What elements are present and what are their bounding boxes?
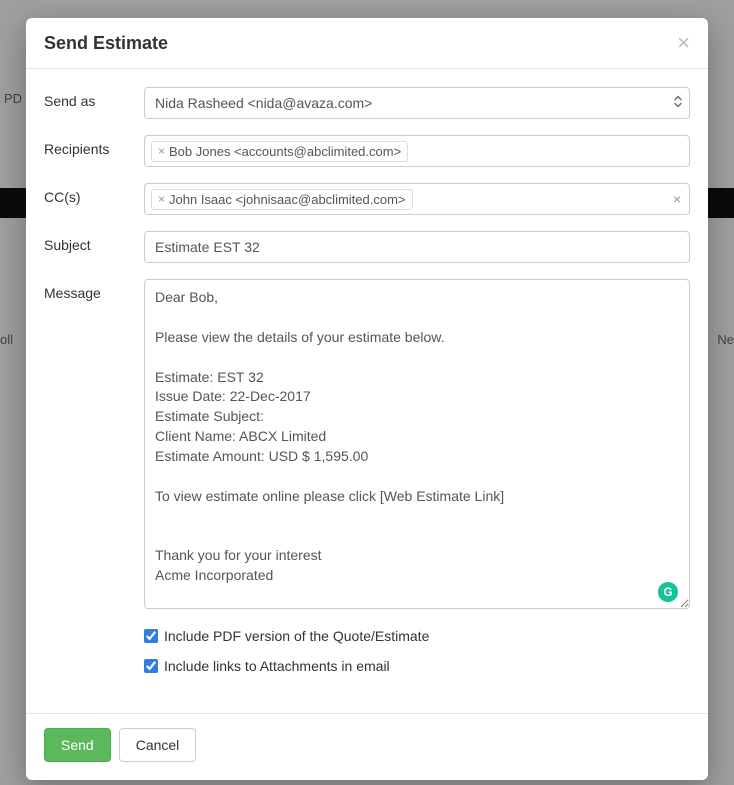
modal-footer: Send Cancel	[26, 713, 708, 780]
modal-body: Send as Nida Rasheed <nida@avaza.com> Re…	[26, 69, 708, 713]
recipient-tag: × Bob Jones <accounts@abclimited.com>	[151, 141, 408, 162]
clear-ccs-icon[interactable]: ×	[673, 191, 681, 207]
send-button[interactable]: Send	[44, 728, 111, 762]
close-icon: ×	[677, 30, 690, 55]
cancel-button[interactable]: Cancel	[119, 728, 197, 762]
recipient-tag-label: Bob Jones <accounts@abclimited.com>	[169, 144, 401, 159]
modal-title: Send Estimate	[44, 33, 168, 54]
remove-tag-icon[interactable]: ×	[158, 192, 165, 206]
ccs-label: CC(s)	[44, 183, 144, 205]
include-pdf-label: Include PDF version of the Quote/Estimat…	[164, 628, 429, 644]
message-row: Message G	[44, 279, 690, 612]
send-as-select[interactable]: Nida Rasheed <nida@avaza.com>	[144, 87, 690, 119]
send-estimate-modal: Send Estimate × Send as Nida Rasheed <ni…	[26, 18, 708, 780]
include-pdf-row[interactable]: Include PDF version of the Quote/Estimat…	[144, 628, 690, 644]
ccs-input[interactable]: × John Isaac <johnisaac@abclimited.com> …	[144, 183, 690, 215]
subject-label: Subject	[44, 231, 144, 253]
recipients-label: Recipients	[44, 135, 144, 157]
recipients-row: Recipients × Bob Jones <accounts@abclimi…	[44, 135, 690, 167]
include-attachments-label: Include links to Attachments in email	[164, 658, 390, 674]
send-as-row: Send as Nida Rasheed <nida@avaza.com>	[44, 87, 690, 119]
message-label: Message	[44, 279, 144, 301]
include-attachments-checkbox[interactable]	[144, 659, 158, 673]
cc-tag: × John Isaac <johnisaac@abclimited.com>	[151, 189, 413, 210]
recipients-input[interactable]: × Bob Jones <accounts@abclimited.com>	[144, 135, 690, 167]
include-attachments-row[interactable]: Include links to Attachments in email	[144, 658, 690, 674]
cc-tag-label: John Isaac <johnisaac@abclimited.com>	[169, 192, 406, 207]
ccs-row: CC(s) × John Isaac <johnisaac@abclimited…	[44, 183, 690, 215]
include-pdf-checkbox[interactable]	[144, 629, 158, 643]
modal-header: Send Estimate ×	[26, 18, 708, 69]
message-textarea[interactable]	[144, 279, 690, 609]
subject-row: Subject	[44, 231, 690, 263]
close-button[interactable]: ×	[677, 32, 690, 54]
subject-input[interactable]	[144, 231, 690, 263]
remove-tag-icon[interactable]: ×	[158, 144, 165, 158]
send-as-label: Send as	[44, 87, 144, 109]
